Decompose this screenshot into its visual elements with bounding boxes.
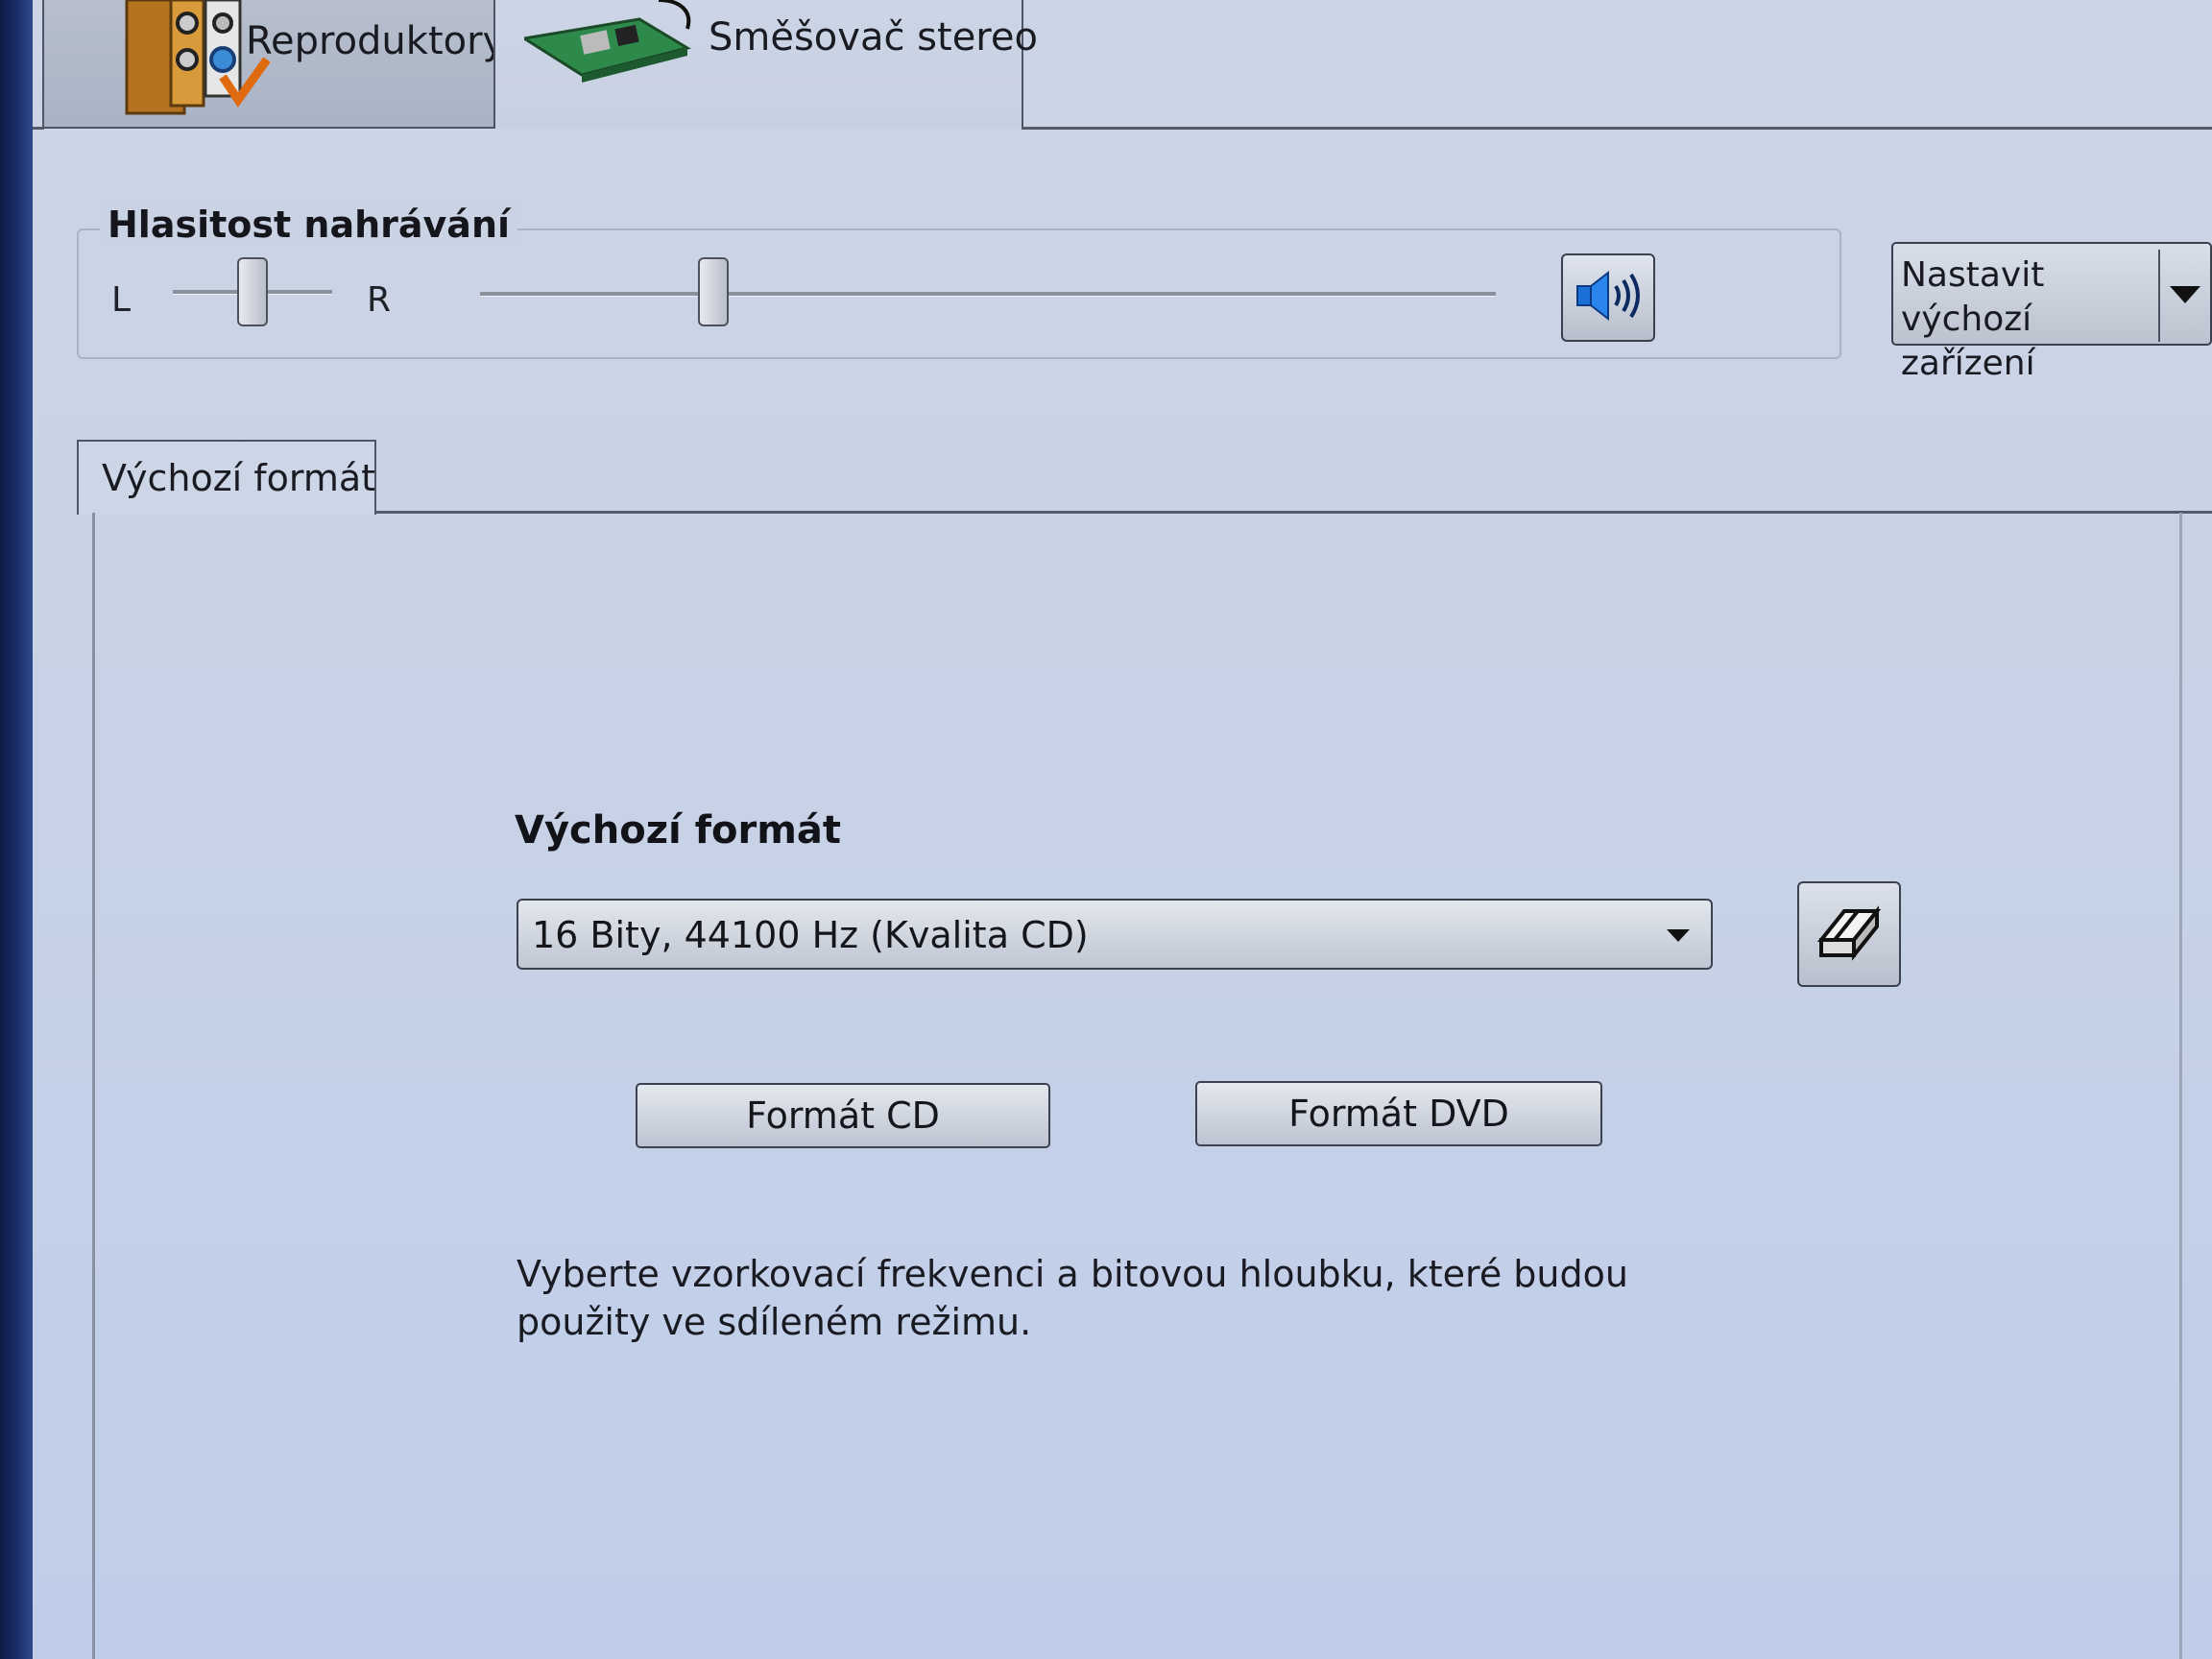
tab-panel-border-left [92,513,95,1659]
tab-stereo-mix-label: Směšovač stereo [709,15,1038,60]
sound-card-icon [519,0,697,86]
tab-panel-border-right [2179,513,2182,1659]
default-format-select[interactable]: 16 Bity, 44100 Hz (Kvalita CD) [517,899,1713,970]
tab-default-format[interactable]: Výchozí formát [77,440,376,515]
tab-strip-divider [1022,127,2212,130]
desktop-edge [0,0,33,1659]
tab-speakers-label: Reproduktory [246,19,506,63]
eraser-icon [1815,902,1883,967]
tab-default-format-label: Výchozí formát [102,457,376,499]
balance-slider-thumb[interactable] [237,257,268,326]
tab-stereo-mix[interactable]: Směšovač stereo [493,0,1038,129]
tab-panel-border [374,511,2212,514]
dropdown-arrow-icon[interactable] [2170,286,2200,303]
speakers-icon [79,0,271,117]
volume-slider-thumb[interactable] [698,257,730,326]
format-description: Vyberte vzorkovací frekvenci a bitovou h… [517,1253,1628,1343]
default-format-heading: Výchozí formát [515,808,842,853]
tab-strip-divider-left [33,127,44,130]
set-default-device-button[interactable]: Nastavit výchozí zařízení [1891,242,2212,383]
clear-format-button[interactable] [1797,881,1901,987]
volume-slider-track[interactable] [480,292,1496,297]
set-default-device-label: Nastavit výchozí zařízení [1901,255,2045,383]
speaker-volume-icon [1574,267,1643,328]
dvd-format-button[interactable]: Formát DVD [1195,1081,1602,1146]
chevron-down-icon [1667,929,1690,942]
tab-speakers[interactable]: Reproduktory [42,0,505,129]
balance-right-label: R [367,280,392,320]
recording-volume-title: Hlasitost nahrávání [100,204,518,246]
split-button-separator [2158,250,2160,342]
balance-left-label: L [111,280,132,320]
mute-button[interactable] [1561,253,1655,342]
default-format-value: 16 Bity, 44100 Hz (Kvalita CD) [532,914,1089,956]
cd-format-button[interactable]: Formát CD [636,1083,1050,1148]
